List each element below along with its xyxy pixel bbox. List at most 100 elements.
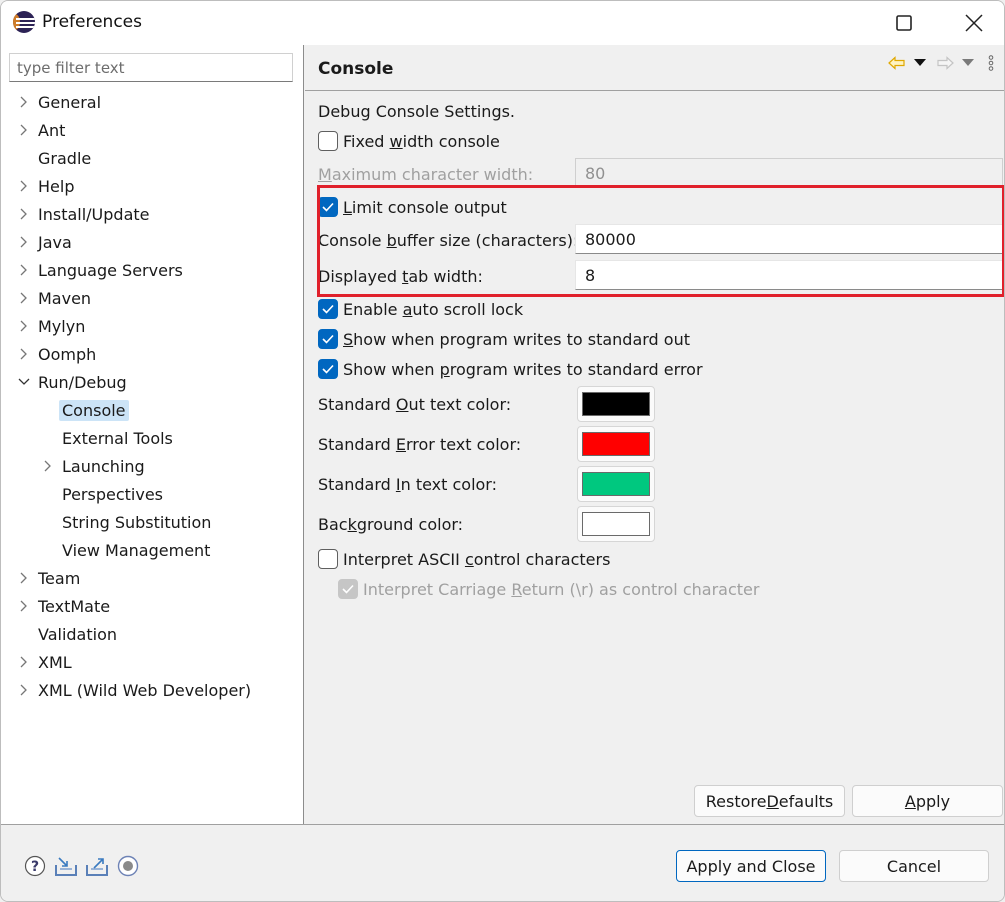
tree-item-string-substitution[interactable]: String Substitution xyxy=(1,509,301,535)
stdin-color-button[interactable] xyxy=(577,466,655,502)
tree-item-label: General xyxy=(38,92,102,112)
checkmark-icon xyxy=(322,304,334,314)
close-button[interactable] xyxy=(951,1,997,45)
back-dropdown-icon xyxy=(914,59,926,66)
chevron-right-icon[interactable] xyxy=(17,649,31,675)
fixed-width-checkbox[interactable] xyxy=(318,131,338,151)
tree-item-perspectives[interactable]: Perspectives xyxy=(1,481,301,507)
chevron-right-icon[interactable] xyxy=(17,285,31,311)
eclipse-logo-icon xyxy=(13,11,35,33)
import-button[interactable] xyxy=(54,854,78,878)
chevron-right-icon[interactable] xyxy=(17,565,31,591)
tree-item-help[interactable]: Help xyxy=(1,173,301,199)
minimize-button[interactable] xyxy=(817,1,863,45)
export-button[interactable] xyxy=(85,854,109,878)
auto-scroll-checkbox[interactable] xyxy=(318,299,338,319)
tree-item-view-management[interactable]: View Management xyxy=(1,537,301,563)
apply-button[interactable]: Apply xyxy=(852,785,1003,817)
buffer-size-label: Console buffer size (characters): xyxy=(318,231,579,250)
export-icon xyxy=(86,858,108,876)
tree-item-xml[interactable]: XML xyxy=(1,649,301,675)
limit-output-checkbox[interactable] xyxy=(318,197,338,217)
fixed-width-label[interactable]: Fixed width console xyxy=(343,132,500,151)
buffer-size-input[interactable] xyxy=(575,224,1003,254)
chevron-right-icon[interactable] xyxy=(17,593,31,619)
tree-item-console[interactable]: Console xyxy=(1,397,301,423)
record-button[interactable] xyxy=(116,854,140,878)
more-options-icon xyxy=(988,55,994,71)
tree-item-label: TextMate xyxy=(38,596,111,616)
auto-scroll-label[interactable]: Enable auto scroll lock xyxy=(343,300,523,319)
chevron-right-icon[interactable] xyxy=(17,677,31,703)
chevron-right-icon[interactable] xyxy=(17,173,31,199)
tab-width-input[interactable] xyxy=(575,260,1003,290)
page-header: Console xyxy=(305,45,1004,91)
restore-defaults-button[interactable]: Restore Defaults xyxy=(694,785,845,817)
tree-item-label: View Management xyxy=(62,540,211,560)
chevron-right-icon[interactable] xyxy=(17,341,31,367)
forward-dropdown-icon xyxy=(962,59,974,66)
stdout-color-button[interactable] xyxy=(577,386,655,422)
forward-button[interactable] xyxy=(935,53,955,73)
title-bar: Preferences xyxy=(1,1,1004,45)
chevron-right-icon[interactable] xyxy=(17,257,31,283)
tree-item-xml-wild-web-developer[interactable]: XML (Wild Web Developer) xyxy=(1,677,301,703)
tree-item-install-update[interactable]: Install/Update xyxy=(1,201,301,227)
checkmark-icon xyxy=(342,584,354,594)
tree-item-general[interactable]: General xyxy=(1,89,301,115)
chevron-right-icon[interactable] xyxy=(17,201,31,227)
background-color-button[interactable] xyxy=(577,506,655,542)
forward-dropdown-button[interactable] xyxy=(960,53,976,73)
tree-item-language-servers[interactable]: Language Servers xyxy=(1,257,301,283)
tree-item-maven[interactable]: Maven xyxy=(1,285,301,311)
tab-width-label: Displayed tab width: xyxy=(318,267,483,286)
tree-item-external-tools[interactable]: External Tools xyxy=(1,425,301,451)
tree-item-label: Oomph xyxy=(38,344,97,364)
max-char-width-label: Maximum character width: xyxy=(318,165,534,184)
tree-item-label: Language Servers xyxy=(38,260,183,280)
tree-item-java[interactable]: Java xyxy=(1,229,301,255)
show-out-checkbox[interactable] xyxy=(318,329,338,349)
limit-output-label[interactable]: Limit console output xyxy=(343,198,507,217)
maximize-button[interactable] xyxy=(881,1,927,45)
tree-item-label: String Substitution xyxy=(62,512,212,532)
tree-item-launching[interactable]: Launching xyxy=(1,453,301,479)
tree-item-validation[interactable]: Validation xyxy=(1,621,301,647)
chevron-right-icon[interactable] xyxy=(17,313,31,339)
help-button[interactable]: ? xyxy=(23,854,47,878)
checkmark-icon xyxy=(322,364,334,374)
tree-item-label: Team xyxy=(38,568,81,588)
tree-item-label: Run/Debug xyxy=(38,372,127,392)
stderr-color-button[interactable] xyxy=(577,426,655,462)
chevron-right-icon[interactable] xyxy=(17,117,31,143)
chevron-right-icon[interactable] xyxy=(17,229,31,255)
show-err-label[interactable]: Show when program writes to standard err… xyxy=(343,360,703,379)
tree-item-team[interactable]: Team xyxy=(1,565,301,591)
chevron-right-icon[interactable] xyxy=(41,453,55,479)
tree-item-mylyn[interactable]: Mylyn xyxy=(1,313,301,339)
tree-item-gradle[interactable]: Gradle xyxy=(1,145,301,171)
tree-item-textmate[interactable]: TextMate xyxy=(1,593,301,619)
tree-item-label: XML xyxy=(38,652,72,672)
chevron-right-icon[interactable] xyxy=(17,89,31,115)
back-dropdown-button[interactable] xyxy=(912,53,928,73)
chevron-down-icon[interactable] xyxy=(17,369,31,395)
cancel-button[interactable]: Cancel xyxy=(839,850,989,882)
filter-input[interactable] xyxy=(9,53,293,82)
show-out-label[interactable]: Show when program writes to standard out xyxy=(343,330,690,349)
tree-item-run-debug[interactable]: Run/Debug xyxy=(1,369,301,395)
more-options-button[interactable] xyxy=(985,53,997,73)
tree-item-label: External Tools xyxy=(62,428,173,448)
apply-and-close-button[interactable]: Apply and Close xyxy=(676,850,826,882)
ascii-control-checkbox[interactable] xyxy=(318,549,338,569)
tree-item-label: Help xyxy=(38,176,75,196)
max-char-width-input[interactable] xyxy=(575,158,1003,188)
ascii-control-label[interactable]: Interpret ASCII control characters xyxy=(343,550,610,569)
carriage-return-checkbox[interactable] xyxy=(338,579,358,599)
tree-item-label: Console xyxy=(59,399,129,421)
tree-item-oomph[interactable]: Oomph xyxy=(1,341,301,367)
checkmark-icon xyxy=(322,202,334,212)
back-button[interactable] xyxy=(887,53,907,73)
show-err-checkbox[interactable] xyxy=(318,359,338,379)
tree-item-ant[interactable]: Ant xyxy=(1,117,301,143)
